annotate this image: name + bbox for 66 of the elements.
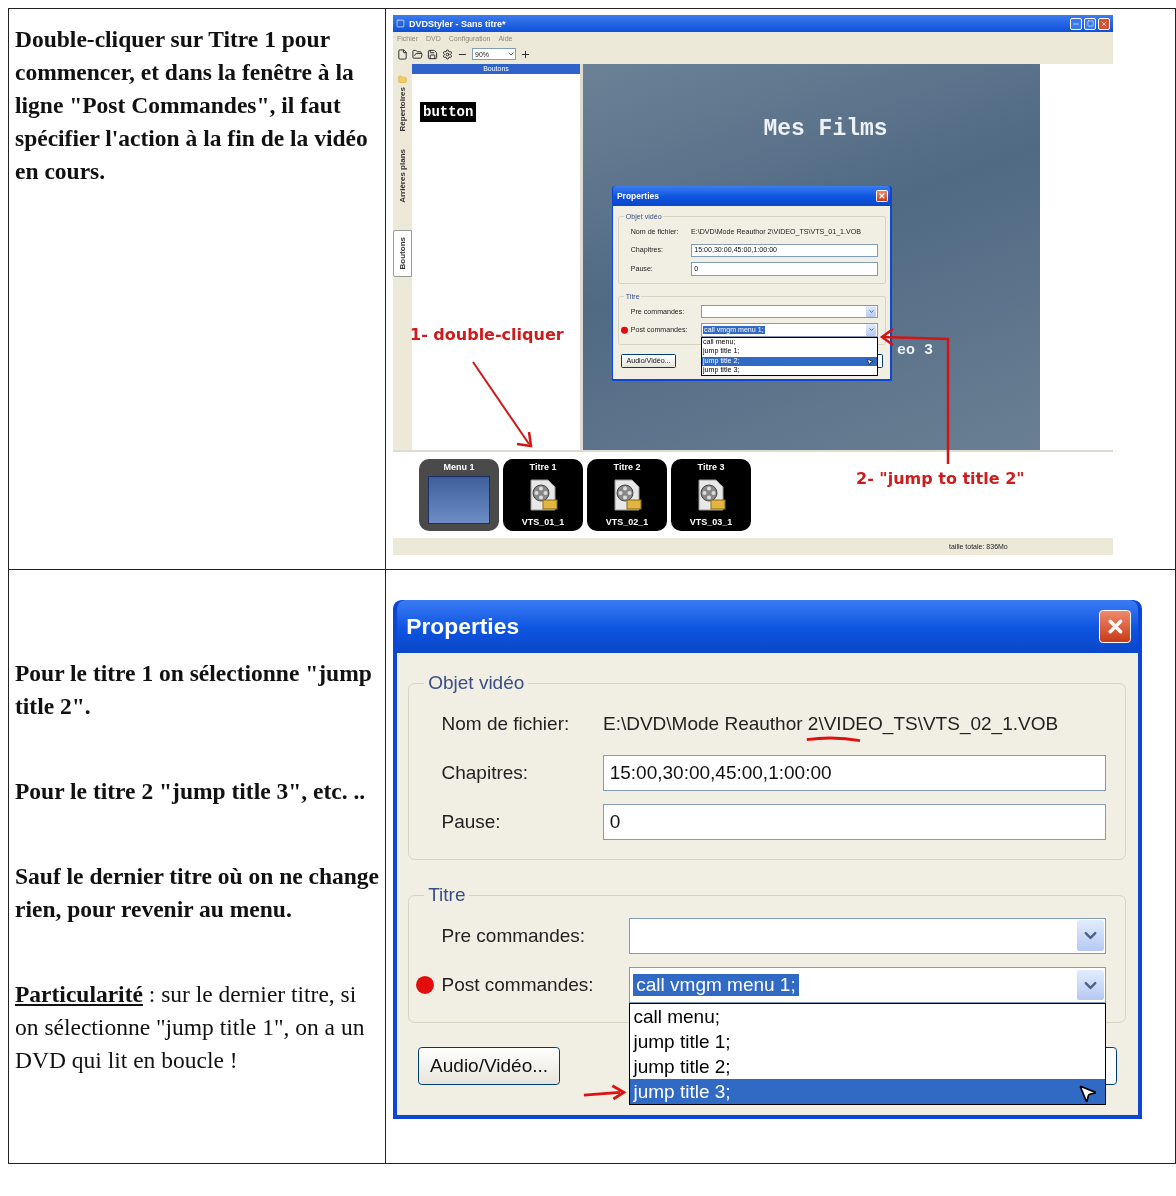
side-tab[interactable]: Arrières plans	[393, 142, 412, 211]
thumbnail-file: VTS_02_1	[605, 517, 649, 527]
menu-thumbnail[interactable]: Menu 1	[419, 459, 499, 531]
folder-icon	[398, 75, 407, 84]
annotation-text: 1- double-cliquer	[410, 325, 564, 344]
dropdown-chevron-icon[interactable]	[1076, 969, 1104, 1001]
side-tab[interactable]: Répertoires	[393, 68, 412, 139]
close-button[interactable]	[1098, 610, 1132, 643]
thumbnail-title: Menu 1	[443, 462, 475, 472]
chevron-icon	[507, 50, 515, 58]
dialog-title: Properties	[616, 190, 659, 201]
dialog-title: Properties	[406, 613, 520, 641]
close-button[interactable]	[875, 189, 888, 202]
title-thumbnail[interactable]: Titre 1 VTS_01_1	[503, 459, 583, 531]
field-label: Chapitres:	[441, 762, 530, 784]
audio-video-button[interactable]: Audio/Vidéo...	[417, 1046, 561, 1085]
dropdown-chevron-icon[interactable]	[866, 324, 877, 336]
dropdown-chevron-icon[interactable]	[866, 305, 877, 318]
group-label: Objet vidéo	[427, 672, 526, 695]
maximize-icon	[1086, 20, 1094, 27]
pre-commands-dropdown[interactable]	[700, 304, 878, 319]
chapters-field[interactable]: 15:00,30:00,45:00,1:00:00	[603, 754, 1107, 792]
menu-text: eo 3	[897, 342, 933, 359]
dropdown-chevron-icon[interactable]	[1076, 920, 1104, 951]
close-icon	[877, 192, 886, 200]
instruction-text: Pour le titre 2 "jump title 3", etc. ..	[15, 776, 367, 806]
pause-field[interactable]: 0	[603, 804, 1107, 841]
dropdown-value: call vmgm menu 1;	[633, 974, 799, 997]
new-file-icon[interactable]	[397, 48, 408, 60]
settings-icon[interactable]	[442, 48, 453, 60]
marker-dot	[621, 326, 628, 334]
thumbnail-title: Titre 2	[613, 462, 641, 472]
instruction-text: Sauf le dernier titre où on ne change rien, pour revenir au menu.	[15, 861, 381, 924]
field-label: Post commandes:	[441, 974, 629, 997]
side-tab[interactable]: Boutons	[393, 230, 412, 277]
menu-preview	[428, 476, 490, 524]
minimize-button[interactable]	[1070, 17, 1082, 30]
pre-commands-dropdown[interactable]	[628, 917, 1107, 954]
app-icon	[396, 19, 405, 28]
instruction-text: Double-cliquer sur Titre 1 pour commencer, et dans la fenêtre à la ligne "Post Commandes", il faut spécifier l'action à la fin de la vidéo en cours.	[15, 25, 369, 186]
field-label: Nom de fichier:	[441, 712, 571, 735]
button-sample[interactable]: button	[420, 102, 477, 122]
thumbnail-title: Titre 1	[529, 462, 557, 472]
instruction-text: Particularité : sur le dernier titre, si on sélectionne "jump title 1", on a un DVD qui lit en boucle !	[15, 979, 366, 1075]
window-title: DVDStyler - Sans titre*	[409, 18, 506, 29]
save-icon[interactable]	[427, 48, 438, 60]
title-thumbnail[interactable]: Titre 2 VTS_02_1	[587, 459, 667, 531]
close-icon	[1100, 19, 1108, 28]
close-button[interactable]	[1098, 17, 1110, 30]
maximize-button[interactable]	[1084, 17, 1096, 30]
mouse-cursor-icon	[866, 357, 875, 366]
dropdown-option[interactable]: jump title 3;	[629, 1079, 1106, 1105]
file-path: E:\DVD\Mode Reauthor 2\VIDEO_TS\VTS_02_1.VOB	[603, 712, 1059, 735]
group-label: Titre	[427, 884, 467, 907]
thumbnail-file: VTS_03_1	[689, 517, 733, 527]
marker-dot	[415, 976, 434, 995]
thumbnail-file: VTS_01_1	[521, 517, 565, 527]
instruction-text: Pour le titre 1 on sélectionne "jump title 2".	[15, 658, 373, 721]
menu-title: Mes Films	[763, 116, 888, 142]
annotation-text: 2- "jump to title 2"	[856, 469, 1025, 488]
field-label: Pre commandes:	[441, 924, 587, 947]
thumbnail-title: Titre 3	[697, 462, 725, 472]
open-folder-icon[interactable]	[412, 48, 423, 60]
title-thumbnail[interactable]: Titre 3 VTS_03_1	[671, 459, 751, 531]
zoom-in-icon[interactable]	[520, 48, 531, 60]
field-label: Pause:	[441, 811, 502, 834]
